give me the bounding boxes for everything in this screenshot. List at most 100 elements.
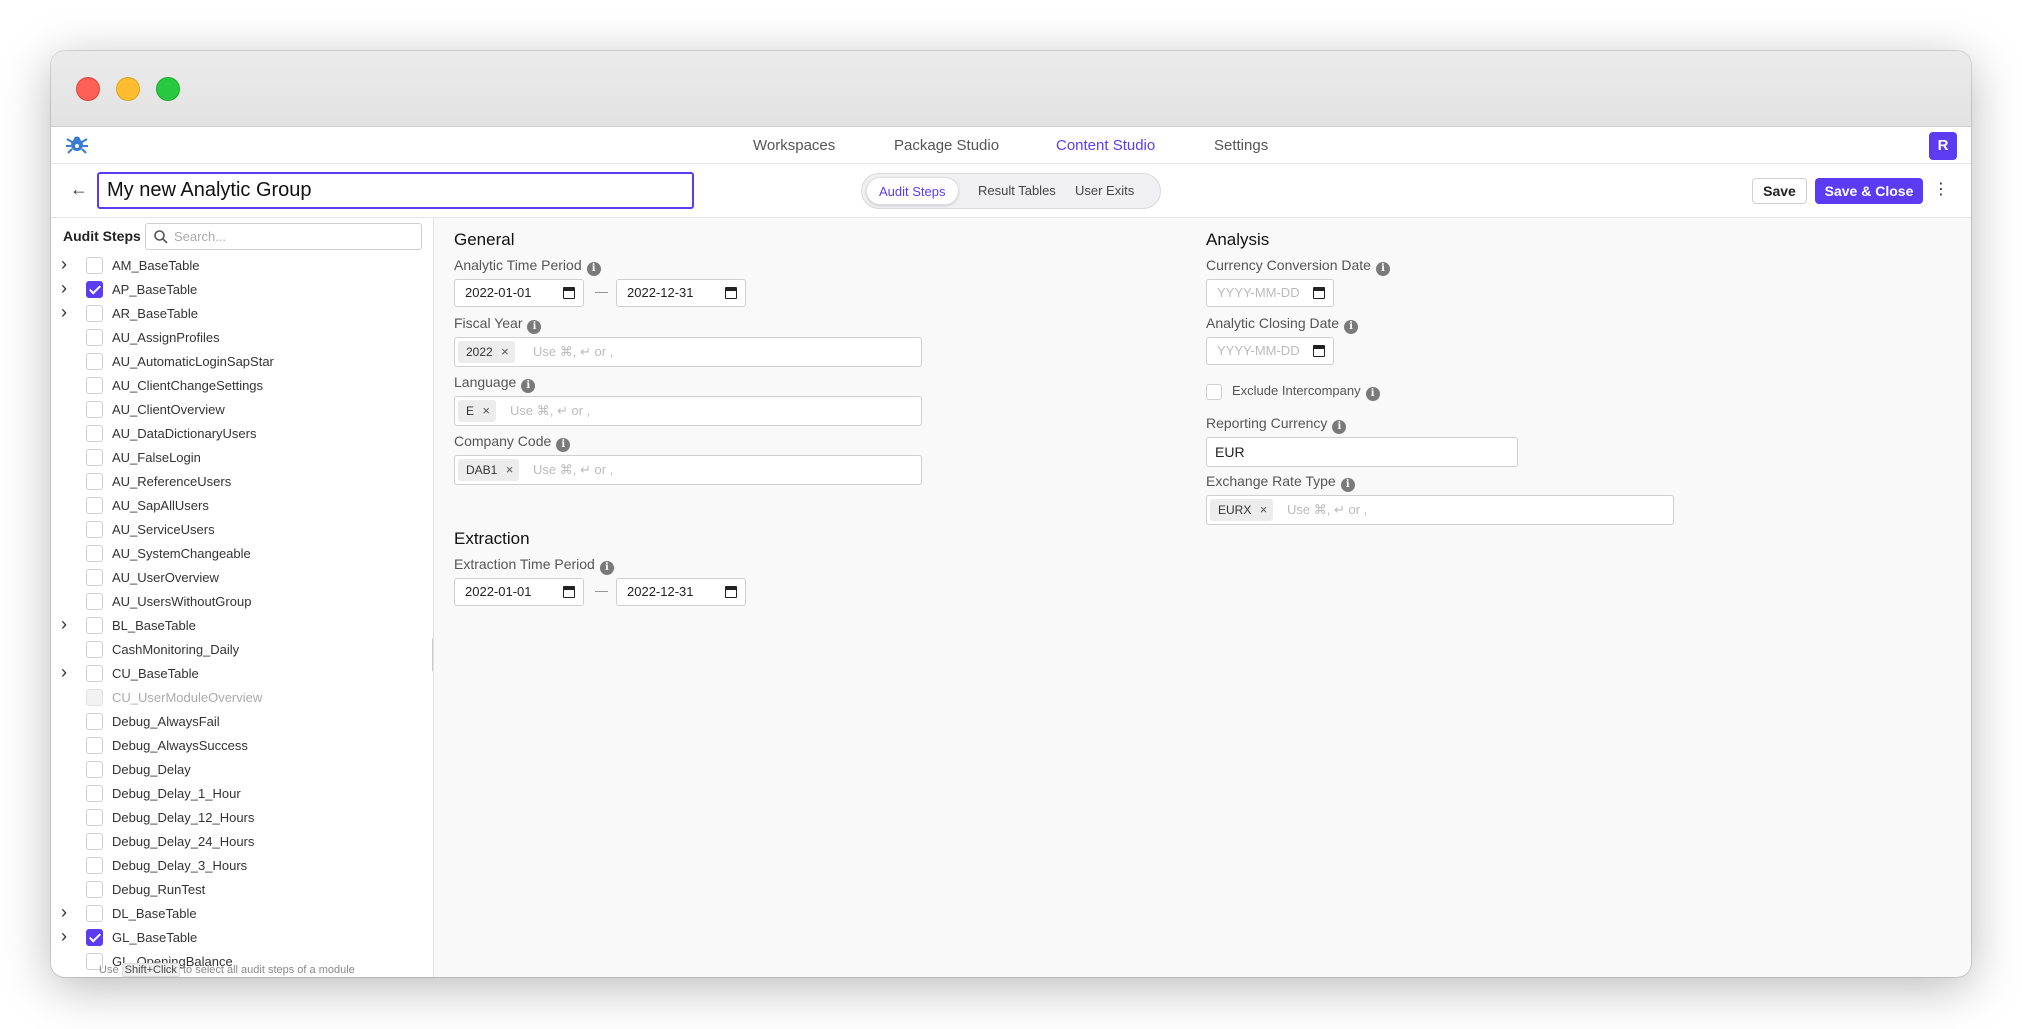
list-item[interactable]: › CU_BaseTable [51,661,433,685]
audit-step-checkbox[interactable] [86,617,103,634]
nav-settings[interactable]: Settings [1214,137,1268,154]
list-item[interactable]: Debug_Delay_3_Hours [51,853,433,877]
remove-chip-icon[interactable]: × [506,459,514,481]
exclude-intercompany-checkbox[interactable] [1206,384,1222,400]
analytic-end-date[interactable]: 2022-12-31 [616,279,746,307]
chevron-right-icon[interactable]: › [61,615,75,633]
group-name-input[interactable]: My new Analytic Group [97,172,694,209]
list-item[interactable]: AU_ServiceUsers [51,517,433,541]
info-icon[interactable]: i [556,438,571,452]
nav-workspaces[interactable]: Workspaces [753,137,835,154]
list-item[interactable]: Debug_RunTest [51,877,433,901]
list-item[interactable]: Debug_Delay_1_Hour [51,781,433,805]
minimize-window-button[interactable] [116,77,140,101]
audit-step-checkbox[interactable] [86,593,103,610]
list-item[interactable]: Debug_Delay_12_Hours [51,805,433,829]
nav-package-studio[interactable]: Package Studio [894,137,999,154]
list-item[interactable]: AU_ClientChangeSettings [51,373,433,397]
audit-step-checkbox[interactable] [86,281,103,298]
audit-step-checkbox[interactable] [86,377,103,394]
list-item[interactable]: › AP_BaseTable [51,277,433,301]
maximize-window-button[interactable] [156,77,180,101]
remove-chip-icon[interactable]: × [501,341,509,363]
info-icon[interactable]: i [586,262,601,276]
info-icon[interactable]: i [1340,478,1355,492]
audit-step-checkbox[interactable] [86,665,103,682]
audit-step-checkbox[interactable] [86,497,103,514]
save-button[interactable]: Save [1752,178,1807,204]
audit-step-checkbox[interactable] [86,713,103,730]
list-item[interactable]: Debug_AlwaysSuccess [51,733,433,757]
info-icon[interactable]: i [1365,387,1380,401]
audit-step-checkbox[interactable] [86,473,103,490]
audit-step-checkbox[interactable] [86,545,103,562]
tab-user-exits[interactable]: User Exits [1063,177,1146,205]
audit-step-checkbox[interactable] [86,833,103,850]
audit-step-checkbox[interactable] [86,329,103,346]
audit-step-checkbox[interactable] [86,857,103,874]
chevron-right-icon[interactable]: › [61,903,75,921]
list-item[interactable]: CashMonitoring_Daily [51,637,433,661]
audit-step-checkbox[interactable] [86,353,103,370]
sidebar-resize-handle[interactable] [432,638,433,672]
chevron-right-icon[interactable]: › [61,279,75,297]
list-item[interactable]: › BL_BaseTable [51,613,433,637]
tab-result-tables[interactable]: Result Tables [966,177,1068,205]
company-code-input[interactable]: DAB1 × Use ⌘, ↵ or , [454,455,922,485]
fiscal-year-input[interactable]: 2022 × Use ⌘, ↵ or , [454,337,922,367]
back-arrow-icon[interactable]: ← [68,178,90,200]
audit-step-checkbox[interactable] [86,761,103,778]
remove-chip-icon[interactable]: × [482,400,490,422]
audit-step-checkbox[interactable] [86,569,103,586]
save-close-button[interactable]: Save & Close [1815,178,1923,204]
audit-step-checkbox[interactable] [86,401,103,418]
closing-date-input[interactable]: YYYY-MM-DD [1206,337,1334,365]
reporting-currency-input[interactable]: EUR [1206,437,1518,467]
audit-step-checkbox[interactable] [86,905,103,922]
extraction-start-date[interactable]: 2022-01-01 [454,578,584,606]
chevron-right-icon[interactable]: › [61,663,75,681]
audit-step-checkbox[interactable] [86,929,103,946]
list-item[interactable]: AU_AssignProfiles [51,325,433,349]
list-item[interactable]: AU_DataDictionaryUsers [51,421,433,445]
list-item[interactable]: AU_ReferenceUsers [51,469,433,493]
list-item[interactable]: AU_SapAllUsers [51,493,433,517]
currency-conversion-date[interactable]: YYYY-MM-DD [1206,279,1334,307]
audit-step-checkbox[interactable] [86,785,103,802]
audit-step-checkbox[interactable] [86,449,103,466]
list-item[interactable]: CU_UserModuleOverview [51,685,433,709]
list-item[interactable]: AU_AutomaticLoginSapStar [51,349,433,373]
list-item[interactable]: AU_UserOverview [51,565,433,589]
audit-step-checkbox[interactable] [86,641,103,658]
info-icon[interactable]: i [1344,320,1359,334]
remove-chip-icon[interactable]: × [1260,499,1268,521]
list-item[interactable]: Debug_Delay [51,757,433,781]
list-item[interactable]: › AM_BaseTable [51,253,433,277]
extraction-end-date[interactable]: 2022-12-31 [616,578,746,606]
audit-step-checkbox[interactable] [86,521,103,538]
info-icon[interactable]: i [527,320,542,334]
analytic-start-date[interactable]: 2022-01-01 [454,279,584,307]
audit-step-checkbox[interactable] [86,305,103,322]
chevron-right-icon[interactable]: › [61,927,75,945]
tab-audit-steps[interactable]: Audit Steps [866,177,959,205]
close-window-button[interactable] [76,77,100,101]
list-item[interactable]: AU_UsersWithoutGroup [51,589,433,613]
list-item[interactable]: Debug_AlwaysFail [51,709,433,733]
chevron-right-icon[interactable]: › [61,303,75,321]
list-item[interactable]: › AR_BaseTable [51,301,433,325]
chevron-right-icon[interactable]: › [61,255,75,273]
list-item[interactable]: › DL_BaseTable [51,901,433,925]
list-item[interactable]: AU_SystemChangeable [51,541,433,565]
audit-step-checkbox[interactable] [86,257,103,274]
audit-step-checkbox[interactable] [86,881,103,898]
exchange-rate-input[interactable]: EURX × Use ⌘, ↵ or , [1206,495,1674,525]
nav-content-studio[interactable]: Content Studio [1056,137,1155,154]
info-icon[interactable]: i [521,379,536,393]
info-icon[interactable]: i [1332,420,1347,434]
list-item[interactable]: › GL_BaseTable [51,925,433,949]
info-icon[interactable]: i [599,561,614,575]
info-icon[interactable]: i [1375,262,1390,276]
list-item[interactable]: AU_ClientOverview [51,397,433,421]
app-logo-icon[interactable] [63,131,91,159]
